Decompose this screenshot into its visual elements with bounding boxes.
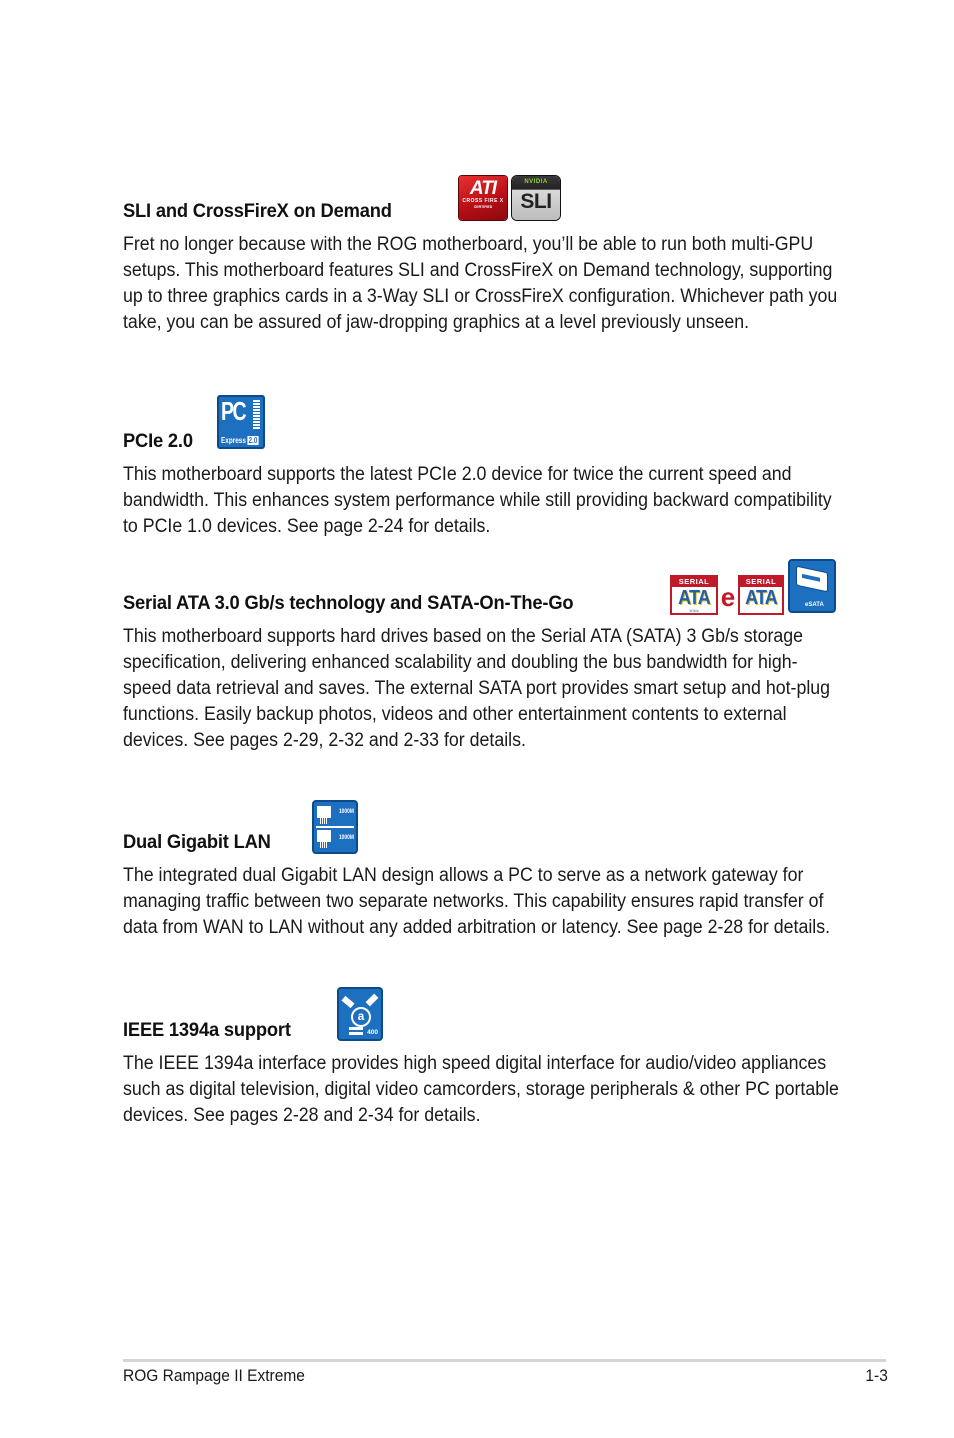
pcie-express-text: Express [221, 436, 246, 445]
ati-crossfirex-logo-icon: ATI CROSS FIRE X CERTIFIED [459, 176, 507, 220]
lan-divider [316, 826, 354, 828]
firewire-circle: a [351, 1007, 371, 1027]
pcie-express-label: Express 2.0 [221, 436, 259, 445]
firewire-arm-left [341, 995, 355, 1009]
serial-label: SERIAL [740, 577, 782, 587]
serial-ata-logo-icon: SERIAL ATA 3Gb/s [670, 575, 718, 615]
section-ieee1394a: IEEE 1394a support The IEEE 1394a interf… [123, 1014, 843, 1129]
esata-port-logo-icon: eSATA [788, 559, 836, 613]
pcie-slot-bars [253, 400, 260, 430]
section-heading-row: IEEE 1394a support [123, 1014, 843, 1044]
lan-jack-top [317, 806, 331, 824]
firewire-bar [349, 1032, 363, 1035]
section-body: The integrated dual Gigabit LAN design a… [123, 865, 831, 938]
esata-e-icon: e [720, 582, 736, 612]
nvidia-brand-text: NVIDIA [524, 179, 548, 185]
section-dual-gigabit-lan: Dual Gigabit LAN The integrated dual Gig… [123, 826, 843, 941]
lan-jack-bottom [317, 830, 331, 848]
page-number: 1-3 [865, 1367, 888, 1385]
esata-plug-shape [796, 565, 828, 593]
sli-text: SLI [520, 190, 552, 213]
section-heading: Serial ATA 3.0 Gb/s technology and SATA-… [123, 592, 574, 614]
serial-ata-logo-icon: SERIAL ATA [738, 575, 784, 615]
section-body: This motherboard supports hard drives ba… [123, 626, 831, 751]
ati-logo-text: ATI [469, 178, 497, 199]
ieee1394a-logo-icon: a 400 [337, 987, 383, 1041]
ata-label: ATA [678, 587, 711, 609]
lan-speed-bottom: 1000M [339, 834, 354, 841]
section-body: The IEEE 1394a interface provides high s… [123, 1053, 839, 1126]
section-body: Fret no longer because with the ROG moth… [123, 234, 838, 333]
firewire-speed: 400 [367, 1029, 378, 1036]
footer-title: ROG Rampage II Extreme [123, 1367, 305, 1385]
section-heading: Dual Gigabit LAN [123, 831, 271, 853]
pci-express-logo-icon: PC Express 2.0 [217, 395, 265, 449]
section-heading: SLI and CrossFireX on Demand [123, 200, 392, 222]
nvidia-sli-logo-icon: NVIDIA SLI [512, 176, 560, 220]
section-heading-row: Dual Gigabit LAN [123, 826, 843, 856]
serial-label: SERIAL [672, 577, 716, 587]
pcie-logo-text: PC [221, 396, 247, 426]
section-body: This motherboard supports the latest PCI… [123, 464, 832, 537]
firewire-bar [349, 1027, 363, 1030]
section-serial-ata: Serial ATA 3.0 Gb/s technology and SATA-… [123, 587, 843, 754]
dual-lan-logo-icon: 1000M 1000M [312, 800, 358, 854]
ata-label: ATA [745, 587, 778, 609]
section-heading: PCIe 2.0 [123, 430, 193, 452]
ati-logo-cert: CERTIFIED [473, 205, 493, 209]
pcie-version-text: 2.0 [247, 436, 259, 445]
footer-rule [123, 1359, 886, 1362]
lan-speed-top: 1000M [339, 808, 354, 815]
sata-speed-label: 3Gb/s [689, 609, 699, 613]
firewire-arm-right [365, 993, 379, 1007]
section-heading: IEEE 1394a support [123, 1019, 291, 1041]
esata-label: eSATA [805, 602, 824, 608]
